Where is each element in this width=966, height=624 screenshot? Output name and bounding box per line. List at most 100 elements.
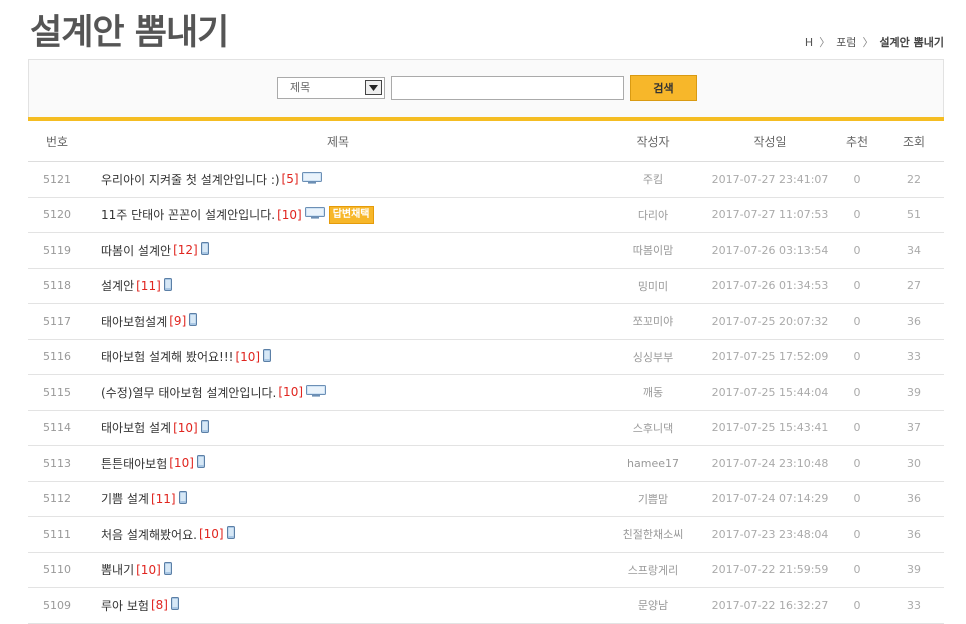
comment-count[interactable]: [10] [278,385,303,399]
search-button[interactable]: 검색 [630,75,697,101]
post-recommend-count: 0 [853,563,861,577]
table-row[interactable]: 5120 11주 단태아 꼰꼰이 설계안입니다. [10] 답변채택 다리아 2017-0… [28,198,944,233]
breadcrumb: H 〉 포럼 〉 설계안 뽐내기 [805,34,944,50]
mobile-icon [170,597,179,613]
post-view-count: 22 [907,172,921,186]
post-view-count: 36 [907,314,921,328]
post-title-cell: 따봄이 설계안 [12] [101,233,621,268]
comment-count[interactable]: [9] [169,314,186,328]
post-author[interactable]: 친절한채소씨 [603,517,703,552]
post-title-link[interactable]: 따봄이 설계안 [101,242,171,259]
post-view-count: 51 [907,208,921,222]
breadcrumb-forum-link[interactable]: 포럼 [836,34,856,50]
table-row[interactable]: 5110 뽐내기 [10] 스프랑게리 2017-07-22 21:59:59 0 39 [28,553,944,588]
post-author[interactable]: 쪼꼬미야 [603,304,703,339]
post-author[interactable]: 스후니댁 [603,411,703,446]
post-author[interactable]: hamee17 [603,446,703,481]
post-author[interactable]: 주킴 [603,162,703,197]
post-author[interactable]: 싱싱부부 [603,340,703,375]
breadcrumb-current: 설계안 뽐내기 [879,36,944,49]
mobile-icon [200,419,209,436]
post-title-link[interactable]: 태아보험 설계해 봤어요!!! [101,348,233,365]
mobile-icon [200,242,209,258]
table-row[interactable]: 5115 (수정)열무 태아보험 설계안입니다. [10] 깨동 2017-07-25 … [28,375,944,411]
table-row[interactable]: 5119 따봄이 설계안 [12] 따봄이맘 2017-07-26 03:13:54 0 3… [28,233,944,269]
header-date: 작성일 [753,134,787,149]
post-date: 2017-07-24 23:10:48 [711,456,829,470]
post-title-link[interactable]: 태아보험 설계 [101,419,171,436]
answer-selected-badge: 답변채택 [328,205,374,224]
post-recommend-count: 0 [853,208,861,222]
post-number: 5116 [43,350,71,364]
post-title-link[interactable]: 처음 설계해봤어요. [101,526,197,543]
chevron-down-icon[interactable] [365,80,382,95]
post-number: 5119 [43,243,71,257]
comment-count[interactable]: [12] [173,243,198,257]
post-author[interactable]: 깨동 [603,375,703,410]
post-author[interactable]: 문양남 [603,588,703,623]
post-recommend-count: 0 [853,456,861,470]
post-author[interactable]: 다리아 [603,198,703,233]
comment-count[interactable]: [11] [151,492,176,506]
post-title-cell: 태아보험 설계 [10] [101,411,621,446]
post-title-link[interactable]: 튼튼태아보험 [101,455,167,472]
post-author[interactable]: 스프랑게리 [603,553,703,588]
breadcrumb-separator: 〉 [819,36,831,49]
post-title-link[interactable]: 루아 보험 [101,597,149,614]
comment-count[interactable]: [10] [169,456,194,470]
post-number: 5117 [43,314,71,328]
table-row[interactable]: 5112 기쁨 설계 [11] 기쁨맘 2017-07-24 07:14:29 0 36 [28,482,944,517]
comment-count[interactable]: [8] [151,598,168,612]
mobile-icon [178,490,187,507]
comment-count[interactable]: [10] [136,563,161,577]
post-title-cell: 태아보험설계 [9] [101,304,621,339]
table-row[interactable]: 5117 태아보험설계 [9] 쪼꼬미야 2017-07-25 20:07:32 0 36 [28,304,944,340]
comment-count[interactable]: [11] [136,279,161,293]
comment-count[interactable]: [5] [282,172,299,186]
comment-count[interactable]: [10] [173,421,198,435]
post-recommend-count: 0 [853,527,861,541]
post-title-link[interactable]: 우리아이 지켜줄 첫 설계안입니다 :) [101,171,280,188]
search-field-select[interactable]: 제목 [277,77,385,99]
table-row[interactable]: 5111 처음 설계해봤어요. [10] 친절한채소씨 2017-07-23 23:48… [28,517,944,553]
post-date: 2017-07-26 03:13:54 [711,243,829,257]
post-date: 2017-07-26 01:34:53 [711,279,829,293]
post-recommend-count: 0 [853,492,861,506]
table-row[interactable]: 5116 태아보험 설계해 봤어요!!! [10] 싱싱부부 2017-07-25 17… [28,340,944,375]
desktop-icon [304,207,325,222]
table-row[interactable]: 5121 우리아이 지켜줄 첫 설계안입니다 :) [5] 주킴 2017-07-27 … [28,162,944,198]
post-title-link[interactable]: 11주 단태아 꼰꼰이 설계안입니다. [101,206,275,223]
post-date: 2017-07-22 16:32:27 [711,598,829,612]
post-title-link[interactable]: 태아보험설계 [101,313,167,330]
search-input[interactable] [391,76,624,100]
breadcrumb-home-link[interactable]: H [805,36,813,49]
post-date: 2017-07-23 23:48:04 [711,527,829,541]
post-title-link[interactable]: (수정)열무 태아보험 설계안입니다. [101,384,276,401]
post-title-cell: 튼튼태아보험 [10] [101,446,621,481]
post-view-count: 37 [907,421,921,435]
post-date: 2017-07-27 23:41:07 [711,172,829,186]
comment-count[interactable]: [10] [235,350,260,364]
post-number: 5110 [43,563,71,577]
mobile-icon [189,313,198,329]
table-row[interactable]: 5109 루아 보험 [8] 문양남 2017-07-22 16:32:27 0 33 [28,588,944,624]
post-view-count: 39 [907,563,921,577]
header-title: 제목 [326,134,350,149]
comment-count[interactable]: [10] [199,527,224,541]
post-view-count: 36 [907,492,921,506]
post-number: 5114 [43,421,71,435]
comment-count[interactable]: [10] [277,208,302,222]
post-title-link[interactable]: 기쁨 설계 [101,490,149,507]
table-row[interactable]: 5113 튼튼태아보험 [10] hamee17 2017-07-24 23:10:48… [28,446,944,482]
post-number: 5120 [43,208,71,222]
post-author[interactable]: 밍미미 [603,269,703,304]
post-title-link[interactable]: 뽐내기 [101,561,134,578]
post-view-count: 39 [907,385,921,399]
post-number: 5115 [43,385,71,399]
post-author[interactable]: 기쁨맘 [603,482,703,517]
post-author[interactable]: 따봄이맘 [603,233,703,268]
table-row[interactable]: 5114 태아보험 설계 [10] 스후니댁 2017-07-25 15:43:41 0 3… [28,411,944,446]
table-row[interactable]: 5118 설계안 [11] 밍미미 2017-07-26 01:34:53 0 27 [28,269,944,304]
post-view-count: 33 [907,350,921,364]
post-title-link[interactable]: 설계안 [101,277,134,294]
